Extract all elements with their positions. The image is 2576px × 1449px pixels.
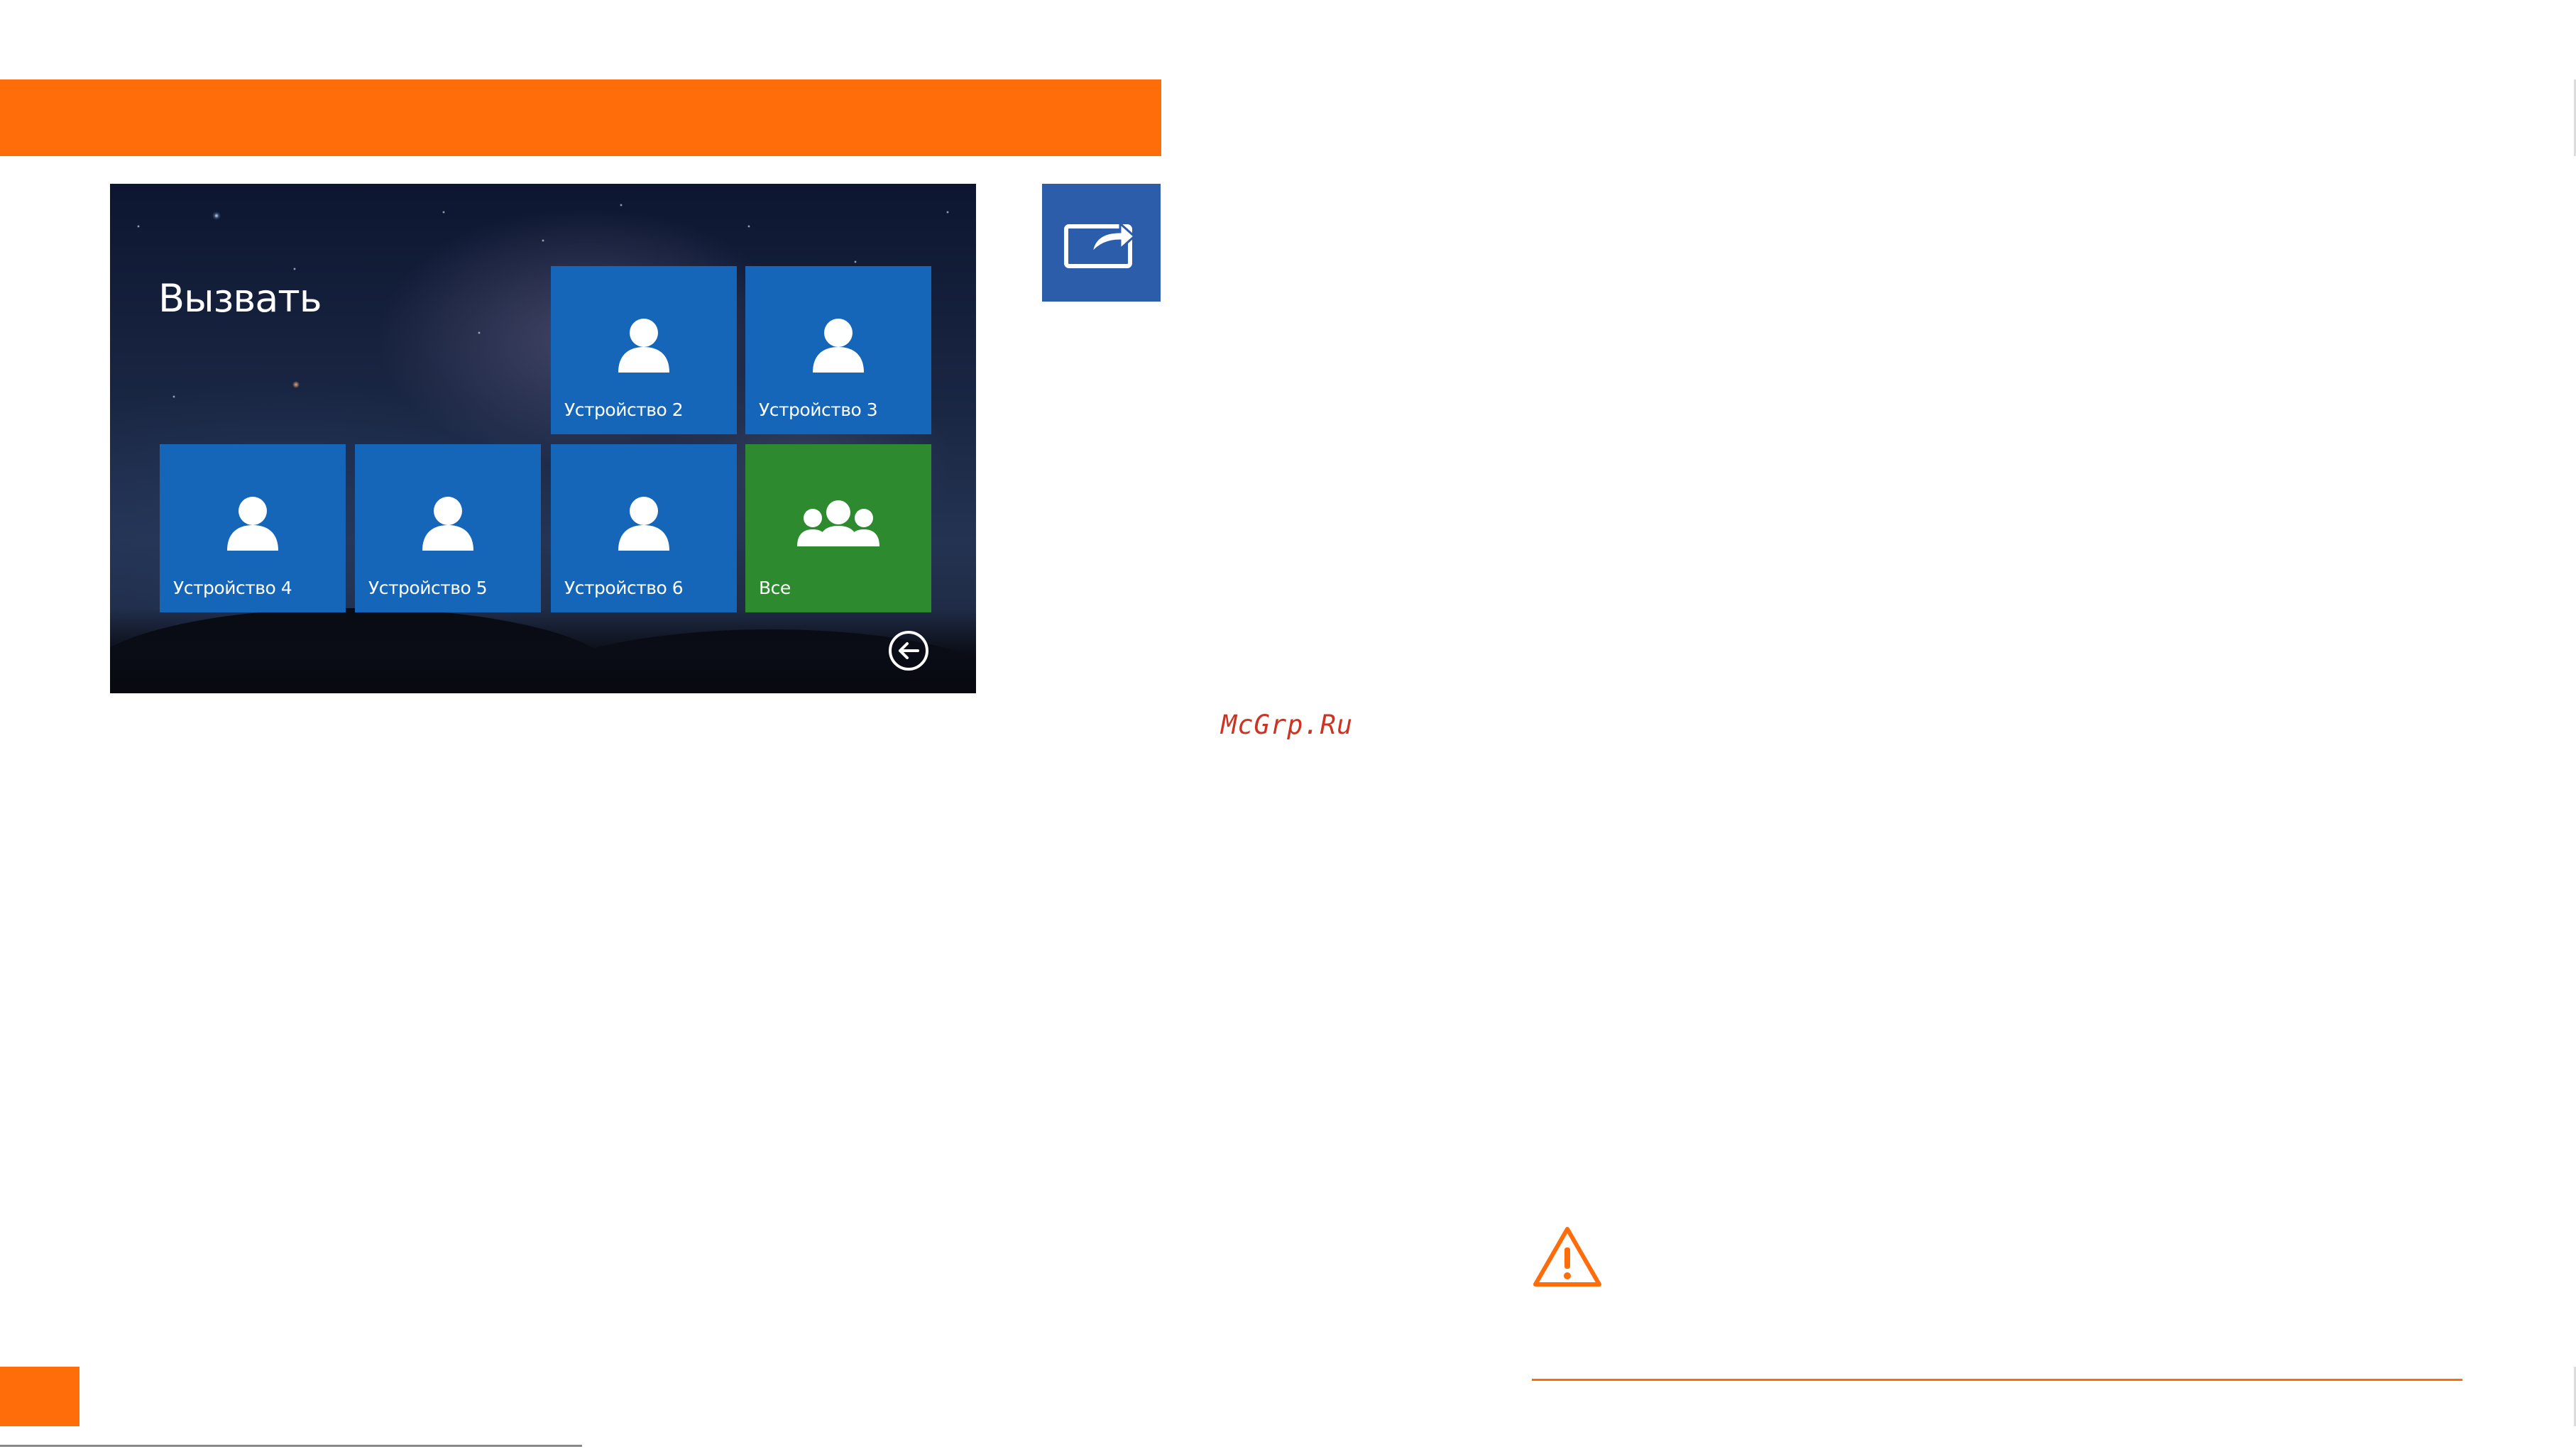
device-screen: Вызвать Устройство 2 Устройство 3 Устрой… xyxy=(110,184,976,693)
tile-label: Устройство 5 xyxy=(368,578,488,598)
tile-label: Устройство 4 xyxy=(173,578,292,598)
tile-device-6[interactable]: Устройство 6 xyxy=(551,444,737,612)
tile-label: Все xyxy=(759,578,791,598)
tile-device-2[interactable]: Устройство 2 xyxy=(551,266,737,434)
tile-label: Устройство 3 xyxy=(759,400,878,420)
screen-title: Вызвать xyxy=(158,276,322,321)
tile-device-4[interactable]: Устройство 4 xyxy=(160,444,346,612)
group-icon xyxy=(797,500,879,546)
user-icon xyxy=(813,319,864,373)
ground-silhouette xyxy=(110,608,976,693)
tile-label: Устройство 2 xyxy=(564,400,684,420)
arrow-left-circle-icon[interactable] xyxy=(888,630,929,671)
watermark: McGrp.Ru xyxy=(1221,710,1354,740)
manual-page: Вызвать Устройство 2 Устройство 3 Устрой… xyxy=(0,0,2576,1449)
tile-all[interactable]: Все xyxy=(745,444,931,612)
footer-line xyxy=(0,1445,582,1447)
tile-label: Устройство 6 xyxy=(564,578,684,598)
user-icon xyxy=(618,319,669,373)
user-icon xyxy=(618,497,669,551)
screen-share-button[interactable] xyxy=(1042,184,1161,302)
warning-triangle-icon xyxy=(1533,1227,1601,1287)
page-number-block xyxy=(0,1367,80,1426)
tile-device-3[interactable]: Устройство 3 xyxy=(745,266,931,434)
tile-device-5[interactable]: Устройство 5 xyxy=(355,444,541,612)
user-icon xyxy=(422,497,473,551)
user-icon xyxy=(227,497,278,551)
screen-share-icon xyxy=(1064,221,1136,268)
divider-line xyxy=(1532,1379,2462,1381)
header-bar xyxy=(0,79,1161,156)
